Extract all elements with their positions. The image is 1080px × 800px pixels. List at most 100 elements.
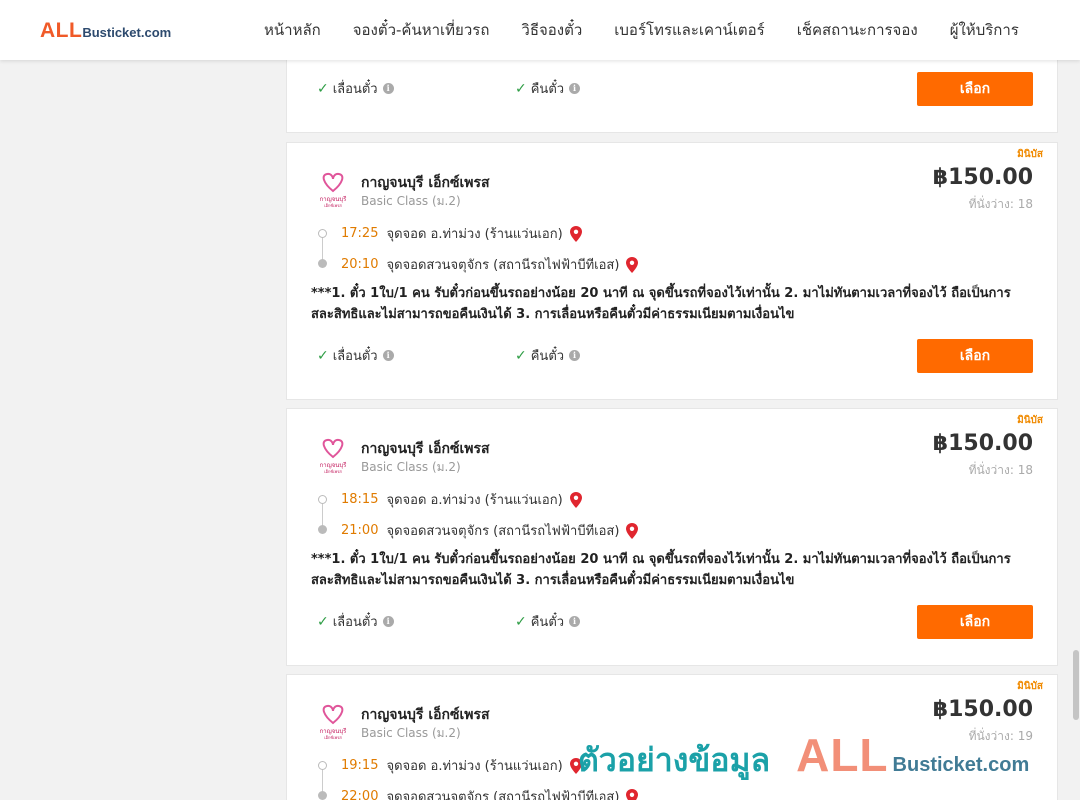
vehicle-type-tag: มินิบัส xyxy=(1017,681,1043,692)
arrive-stop: 21:00 จุดจอดสวนจตุจักร (สถานีรถไฟฟ้าบีที… xyxy=(341,520,639,541)
change-ticket-label: เลื่อนตั๋ว xyxy=(332,349,378,364)
change-ticket-option: ✓ เลื่อนตั๋ว i xyxy=(317,611,394,632)
seats-available: ที่นั่งว่าง: 18 xyxy=(968,197,1033,211)
operator-logo-icon: กาญจนบุรี เอ็กซ์เพรส xyxy=(320,704,348,740)
map-pin-icon[interactable] xyxy=(625,522,639,540)
nav-operators[interactable]: ผู้ให้บริการ xyxy=(934,18,1035,42)
change-ticket-option: ✓ เลื่อนตั๋ว i xyxy=(317,345,394,366)
info-icon[interactable]: i xyxy=(569,350,581,361)
arrive-time: 20:10 xyxy=(341,257,379,272)
map-pin-icon[interactable] xyxy=(569,225,583,243)
bus-class: Basic Class (ม.2) xyxy=(361,726,461,740)
check-icon: ✓ xyxy=(515,347,527,364)
main-nav: หน้าหลัก จองตั๋ว-ค้นหาเที่ยวรถ วิธีจองตั… xyxy=(248,0,1035,60)
depart-stop-name: จุดจอด อ.ท่าม่วง (ร้านแว่นเอก) xyxy=(386,493,563,508)
refund-ticket-label: คืนตั๋ว xyxy=(530,349,565,364)
vehicle-type-tag: มินิบัส xyxy=(1017,415,1043,426)
svg-text:กาญจนบุรี: กาญจนบุรี xyxy=(320,461,348,469)
depart-dot xyxy=(318,229,327,238)
operator-name: กาญจนบุรี เอ็กซ์เพรส xyxy=(361,707,490,723)
nav-phone-counter[interactable]: เบอร์โทรและเคาน์เตอร์ xyxy=(598,18,780,42)
trip-card: มินิบัส กาญจนบุรี เอ็กซ์เพรส กาญจนบุรี เ… xyxy=(286,408,1058,666)
scrollbar-thumb[interactable] xyxy=(1073,650,1079,720)
depart-stop-name: จุดจอด อ.ท่าม่วง (ร้านแว่นเอก) xyxy=(386,227,563,242)
watermark-text: ตัวอย่างข้อมูล xyxy=(578,741,771,779)
arrive-stop: 22:00 จุดจอดสวนจตุจักร (สถานีรถไฟฟ้าบีที… xyxy=(341,786,639,800)
operator-name: กาญจนบุรี เอ็กซ์เพรส xyxy=(361,441,490,457)
check-icon: ✓ xyxy=(515,80,527,97)
sample-data-watermark: ตัวอย่างข้อมูล ALL Busticket.com xyxy=(578,728,1029,786)
refund-ticket-option: ✓ คืนตั๋ว i xyxy=(515,78,581,99)
info-icon[interactable]: i xyxy=(382,616,394,627)
arrive-dot xyxy=(318,525,327,534)
depart-dot xyxy=(318,495,327,504)
depart-stop: 18:15 จุดจอด อ.ท่าม่วง (ร้านแว่นเอก) xyxy=(341,489,583,510)
change-ticket-label: เลื่อนตั๋ว xyxy=(332,615,378,630)
select-button[interactable]: เลือก xyxy=(917,339,1033,373)
ticket-price: ฿150.00 xyxy=(932,431,1033,456)
watermark-logo-all: ALL xyxy=(796,729,889,781)
operator-logo-icon: กาญจนบุรี เอ็กซ์เพรส xyxy=(320,438,348,474)
refund-ticket-label: คืนตั๋ว xyxy=(530,615,565,630)
logo-all-text: ALL xyxy=(40,19,83,42)
check-icon: ✓ xyxy=(317,347,329,364)
ticket-price: ฿150.00 xyxy=(932,165,1033,190)
nav-home[interactable]: หน้าหลัก xyxy=(248,18,337,42)
depart-time: 18:15 xyxy=(341,492,379,507)
change-ticket-option: ✓ เลื่อนตั๋ว i xyxy=(317,78,394,99)
depart-stop-name: จุดจอด อ.ท่าม่วง (ร้านแว่นเอก) xyxy=(386,759,563,774)
map-pin-icon[interactable] xyxy=(625,788,639,800)
arrive-stop-name: จุดจอดสวนจตุจักร (สถานีรถไฟฟ้าบีทีเอส) xyxy=(386,790,620,800)
arrive-time: 21:00 xyxy=(341,523,379,538)
depart-time: 17:25 xyxy=(341,226,379,241)
check-icon: ✓ xyxy=(317,613,329,630)
nav-check-status[interactable]: เช็คสถานะการจอง xyxy=(781,18,934,42)
logo-busticket-text: Busticket.com xyxy=(82,25,172,40)
nav-book-search[interactable]: จองตั๋ว-ค้นหาเที่ยวรถ xyxy=(337,18,506,42)
operator-logo-icon: กาญจนบุรี เอ็กซ์เพรส xyxy=(320,172,347,208)
arrive-time: 22:00 xyxy=(341,789,379,800)
nav-how-to-book[interactable]: วิธีจองตั๋ว xyxy=(505,18,598,42)
refund-ticket-option: ✓ คืนตั๋ว i xyxy=(515,611,581,632)
bus-class: Basic Class (ม.2) xyxy=(361,460,461,474)
trip-card: มินิบัส กาญจนบุรี เอ็กซ์เพรส กาญจนบุรี เ… xyxy=(286,142,1058,400)
check-icon: ✓ xyxy=(317,80,329,97)
info-icon[interactable]: i xyxy=(569,616,581,627)
site-logo[interactable]: ALL Busticket.com xyxy=(40,19,171,43)
arrive-dot xyxy=(318,259,327,268)
watermark-logo-rest: Busticket.com xyxy=(892,754,1030,776)
seats-available: ที่นั่งว่าง: 18 xyxy=(968,463,1033,477)
check-icon: ✓ xyxy=(515,613,527,630)
svg-text:กาญจนบุรี: กาญจนบุรี xyxy=(320,727,348,735)
map-pin-icon[interactable] xyxy=(625,256,639,274)
depart-time: 19:15 xyxy=(341,758,379,773)
map-pin-icon[interactable] xyxy=(569,491,583,509)
arrive-stop-name: จุดจอดสวนจตุจักร (สถานีรถไฟฟ้าบีทีเอส) xyxy=(386,258,620,273)
site-header: ALL Busticket.com หน้าหลัก จองตั๋ว-ค้นหา… xyxy=(0,0,1080,60)
info-icon[interactable]: i xyxy=(382,83,394,94)
arrive-stop: 20:10 จุดจอดสวนจตุจักร (สถานีรถไฟฟ้าบีที… xyxy=(341,254,639,275)
arrive-dot xyxy=(318,791,327,800)
svg-text:เอ็กซ์เพรส: เอ็กซ์เพรส xyxy=(324,468,342,474)
select-button[interactable]: เลือก xyxy=(917,72,1033,106)
ticket-conditions: ***1. ตั๋ว 1ใบ/1 คน รับตั๋วก่อนขึ้นรถอย่… xyxy=(311,552,1011,588)
ticket-conditions: ***1. ตั๋ว 1ใบ/1 คน รับตั๋วก่อนขึ้นรถอย่… xyxy=(311,286,1011,322)
svg-text:เอ็กซ์เพรส: เอ็กซ์เพรส xyxy=(324,202,342,208)
depart-stop: 19:15 จุดจอด อ.ท่าม่วง (ร้านแว่นเอก) xyxy=(341,755,583,776)
info-icon[interactable]: i xyxy=(569,83,581,94)
refund-ticket-option: ✓ คืนตั๋ว i xyxy=(515,345,581,366)
trip-card-partial: ✓ เลื่อนตั๋ว i ✓ คืนตั๋ว i เลือก xyxy=(286,48,1058,133)
svg-text:เอ็กซ์เพรส: เอ็กซ์เพรส xyxy=(324,734,342,740)
bus-class: Basic Class (ม.2) xyxy=(361,194,461,208)
ticket-price: ฿150.00 xyxy=(932,697,1033,722)
depart-stop: 17:25 จุดจอด อ.ท่าม่วง (ร้านแว่นเอก) xyxy=(341,223,583,244)
depart-dot xyxy=(318,761,327,770)
refund-ticket-label: คืนตั๋ว xyxy=(530,82,565,97)
arrive-stop-name: จุดจอดสวนจตุจักร (สถานีรถไฟฟ้าบีทีเอส) xyxy=(386,524,620,539)
change-ticket-label: เลื่อนตั๋ว xyxy=(332,82,378,97)
select-button[interactable]: เลือก xyxy=(917,605,1033,639)
vehicle-type-tag: มินิบัส xyxy=(1017,149,1043,160)
scrollbar-track[interactable] xyxy=(1072,0,1080,800)
operator-name: กาญจนบุรี เอ็กซ์เพรส xyxy=(361,175,490,191)
info-icon[interactable]: i xyxy=(382,350,394,361)
